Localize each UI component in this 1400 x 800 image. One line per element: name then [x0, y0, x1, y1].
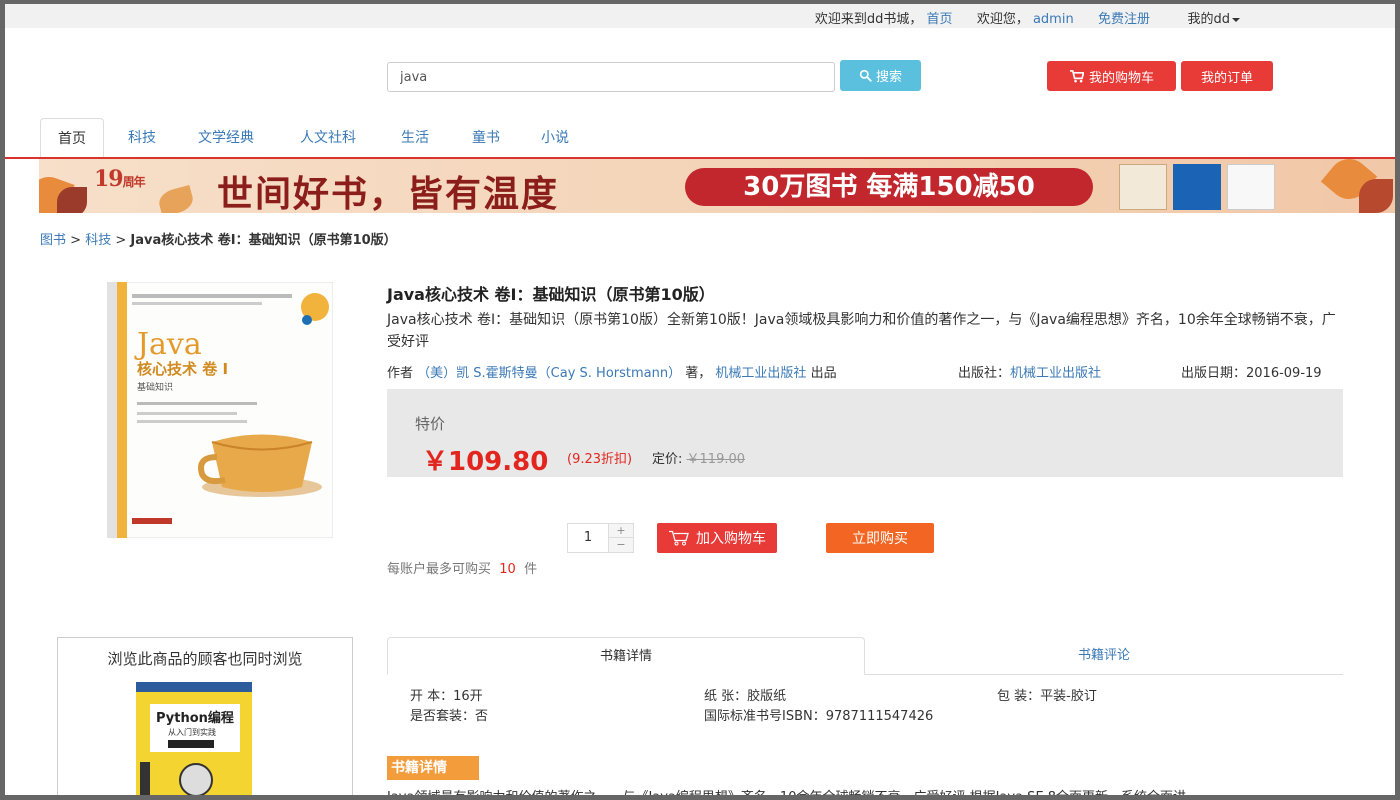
list-price: 定价: ￥119.00 [652, 452, 746, 467]
tab-book-details[interactable]: 书籍详情 [387, 637, 865, 675]
caret-down-icon [1232, 17, 1240, 22]
add-to-cart-button[interactable]: 加入购物车 [657, 523, 777, 553]
publisher-link[interactable]: 机械工业出版社 [1010, 366, 1101, 381]
section-heading: 书籍详情 [387, 756, 479, 780]
search-icon [859, 69, 872, 82]
author-link[interactable]: （美）凯 S.霍斯特曼（Cay S. Horstmann） [417, 366, 681, 381]
buy-now-button[interactable]: 立即购买 [826, 523, 934, 553]
search-input[interactable] [387, 62, 835, 92]
welcome-text: 欢迎来到dd书城， [814, 12, 923, 27]
home-link[interactable]: 首页 [927, 12, 953, 27]
my-cart-button[interactable]: 我的购物车 [1047, 61, 1176, 91]
detail-tabs: 书籍详情 书籍评论 [387, 637, 1343, 675]
plus-icon[interactable]: + [608, 524, 633, 538]
banner-slogan: 世间好书，皆有温度 [217, 173, 560, 213]
svg-text:从入门到实践: 从入门到实践 [168, 727, 216, 737]
related-book-image[interactable]: Python编程 从入门到实践 [136, 682, 252, 800]
nav-tab-home[interactable]: 首页 [40, 118, 104, 158]
top-links: 欢迎来到dd书城， 首页 欢迎您， admin 免费注册 [815, 8, 1150, 27]
svg-text:Python编程: Python编程 [156, 710, 234, 726]
product-subtitle: Java核心技术 卷I：基础知识（原书第10版）全新第10版！Java领域极具影… [387, 312, 1336, 350]
minus-icon[interactable]: − [608, 538, 633, 552]
nav-tab-children[interactable]: 童书 [472, 118, 500, 158]
username-link[interactable]: admin [1033, 12, 1074, 27]
book-description: Java领域最有影响力和价值的著作之一，与《Java编程思想》齐名，10余年全球… [387, 790, 1187, 800]
mydd-dropdown[interactable]: 我的dd [1187, 8, 1240, 27]
category-nav: 首页 科技 文学经典 人文社科 生活 童书 小说 [40, 118, 1395, 158]
breadcrumb: 图书 > 科技 > Java核心技术 卷I：基础知识（原书第10版） [40, 233, 397, 248]
greeting-text: 欢迎您， [976, 12, 1029, 27]
banner-promo: 30万图书 每满150减50 [685, 168, 1093, 206]
also-viewed-panel: 浏览此商品的顾客也同时浏览 Python编程 从入门到实践 [57, 637, 353, 800]
brand-link[interactable]: 机械工业出版社 [715, 366, 806, 381]
price-label: 特价 [415, 415, 446, 433]
svg-text:Java: Java [134, 327, 202, 362]
nav-tab-literature[interactable]: 文学经典 [198, 118, 254, 158]
search-button-label: 搜索 [875, 70, 902, 85]
author-line: 作者 （美）凯 S.霍斯特曼（Cay S. Horstmann） 著， 机械工业… [387, 366, 837, 381]
quantity-input[interactable]: 1 [568, 524, 608, 552]
banner-book-image [1173, 164, 1221, 210]
breadcrumb-root[interactable]: 图书 [40, 233, 66, 248]
purchase-limit: 每账户最多可购买 10 件 [387, 562, 538, 577]
mydd-label: 我的dd [1187, 12, 1230, 27]
publish-date: 出版日期：2016-09-19 [1181, 366, 1322, 381]
cart-icon [669, 530, 689, 546]
cart-icon [1069, 69, 1084, 82]
svg-text:核心技术 卷 I: 核心技术 卷 I [137, 360, 228, 378]
price-box: 特价 ￥109.80 (9.23折扣) 定价: ￥119.00 [387, 389, 1343, 477]
spec-paper: 纸 张：胶版纸 [704, 689, 787, 704]
product-title: Java核心技术 卷I：基础知识（原书第10版） [387, 285, 715, 304]
promo-banner[interactable]: 19周年 世间好书，皆有温度 30万图书 每满150减50 [39, 159, 1395, 213]
spec-isbn: 国际标准书号ISBN：9787111547426 [704, 709, 934, 724]
discount-text: (9.23折扣) [567, 452, 633, 467]
my-cart-label: 我的购物车 [1088, 70, 1154, 86]
nav-tab-novel[interactable]: 小说 [541, 118, 569, 158]
nav-tab-tech[interactable]: 科技 [128, 118, 156, 158]
nav-tab-life[interactable]: 生活 [401, 118, 429, 158]
my-orders-label: 我的订单 [1200, 70, 1253, 86]
add-to-cart-label: 加入购物车 [696, 531, 766, 547]
sale-price: ￥109.80 [422, 447, 549, 477]
search-button[interactable]: 搜索 [840, 60, 921, 91]
breadcrumb-current: Java核心技术 卷I：基础知识（原书第10版） [130, 233, 397, 248]
breadcrumb-category[interactable]: 科技 [85, 233, 111, 248]
also-viewed-heading: 浏览此商品的顾客也同时浏览 [107, 650, 303, 668]
my-orders-button[interactable]: 我的订单 [1181, 61, 1273, 91]
svg-text:基础知识: 基础知识 [137, 381, 173, 393]
banner-book-image [1119, 164, 1167, 210]
book-cover-image: Java 核心技术 卷 I 基础知识 [107, 282, 333, 538]
spec-format: 开 本：16开 [410, 689, 483, 704]
anniversary-badge: 19周年 [94, 166, 146, 192]
publisher-line: 出版社：机械工业出版社 [958, 366, 1102, 381]
spec-set: 是否套装：否 [410, 709, 489, 724]
nav-tab-humanities[interactable]: 人文社科 [300, 118, 356, 158]
register-link[interactable]: 免费注册 [1098, 12, 1150, 27]
spec-binding: 包 装：平装-胶订 [997, 689, 1097, 704]
tab-book-reviews[interactable]: 书籍评论 [865, 637, 1343, 675]
banner-book-image [1227, 164, 1275, 210]
top-bar: 欢迎来到dd书城， 首页 欢迎您， admin 免费注册 我的dd [5, 4, 1395, 28]
quantity-stepper: 1 + − [567, 523, 634, 553]
